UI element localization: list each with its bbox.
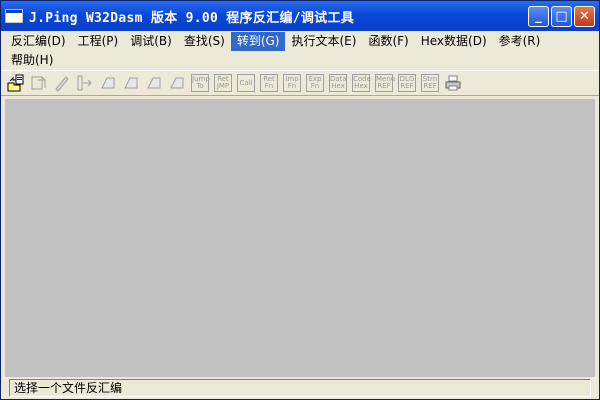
jump-arrow-button[interactable] bbox=[74, 72, 96, 94]
app-icon[interactable] bbox=[5, 9, 23, 23]
menu-execute-text[interactable]: 执行文本(E) bbox=[285, 32, 362, 51]
step-into-button[interactable] bbox=[97, 72, 119, 94]
data-hex-label-bottom: Hex bbox=[331, 82, 345, 90]
imp-fn-label-bottom: Fn bbox=[287, 82, 297, 90]
menu-disassembler[interactable]: 反汇编(D) bbox=[5, 32, 72, 51]
printer-icon bbox=[445, 75, 461, 91]
menu-project[interactable]: 工程(P) bbox=[72, 32, 125, 51]
data-hex-button[interactable]: Data Hex bbox=[327, 72, 349, 94]
window-controls: _ □ ✕ bbox=[528, 5, 599, 27]
exp-fn-button[interactable]: Exp Fn bbox=[304, 72, 326, 94]
jump-arrow-disabled-icon bbox=[77, 75, 92, 91]
code-hex-label-bottom: Hex bbox=[354, 82, 368, 90]
dlg-ref-label-bottom: REF bbox=[400, 82, 414, 90]
print-button[interactable] bbox=[442, 72, 464, 94]
menu-search[interactable]: 查找(S) bbox=[178, 32, 231, 51]
imp-fn-button[interactable]: Imp Fn bbox=[281, 72, 303, 94]
call-button[interactable]: Call bbox=[235, 72, 257, 94]
step-disabled-icon bbox=[170, 77, 184, 89]
step-disabled-icon bbox=[124, 77, 138, 89]
strn-ref-button[interactable]: Strn REF bbox=[419, 72, 441, 94]
menu-ref-button[interactable]: Menu REF bbox=[373, 72, 395, 94]
code-hex-button[interactable]: Code Hex bbox=[350, 72, 372, 94]
open-file-icon bbox=[7, 74, 24, 92]
dlg-ref-button[interactable]: DLG REF bbox=[396, 72, 418, 94]
call-label-top: Call bbox=[239, 78, 253, 87]
jump-to-button[interactable]: Jump To bbox=[189, 72, 211, 94]
run-button[interactable] bbox=[143, 72, 165, 94]
menu-hex-data[interactable]: Hex数据(D) bbox=[415, 32, 493, 51]
menu-functions[interactable]: 函数(F) bbox=[362, 32, 414, 51]
window-title: J.Ping W32Dasm 版本 9.00 程序反汇编/调试工具 bbox=[29, 10, 355, 26]
strn-ref-label-bottom: REF bbox=[423, 82, 437, 90]
step-disabled-icon bbox=[101, 77, 115, 89]
menu-bar: 反汇编(D) 工程(P) 调试(B) 查找(S) 转到(G) 执行文本(E) 函… bbox=[1, 31, 599, 70]
step-disabled-icon bbox=[147, 77, 161, 89]
pause-button[interactable] bbox=[166, 72, 188, 94]
step-over-button[interactable] bbox=[120, 72, 142, 94]
title-bar[interactable]: J.Ping W32Dasm 版本 9.00 程序反汇编/调试工具 _ □ ✕ bbox=[1, 1, 599, 31]
maximize-button[interactable]: □ bbox=[551, 5, 572, 27]
pen-disabled-icon bbox=[55, 76, 69, 92]
jump-to-label-bottom: To bbox=[196, 82, 204, 90]
ret-fn-button[interactable]: Ret Fn bbox=[258, 72, 280, 94]
minimize-button[interactable]: _ bbox=[528, 5, 549, 27]
ret-fn-label-bottom: Fn bbox=[264, 82, 274, 90]
toolbar: Jump To Ret JMP Call Ret Fn Imp Fn Exp Fn Dat… bbox=[1, 70, 599, 96]
open-file-button[interactable] bbox=[5, 72, 27, 94]
menu-refs[interactable]: 参考(R) bbox=[493, 32, 547, 51]
print-setup-button[interactable] bbox=[51, 72, 73, 94]
status-bar: 选择一个文件反汇编 bbox=[1, 377, 599, 399]
exp-fn-label-bottom: Fn bbox=[310, 82, 320, 90]
menu-debug[interactable]: 调试(B) bbox=[124, 32, 178, 51]
save-button[interactable] bbox=[28, 72, 50, 94]
close-button[interactable]: ✕ bbox=[574, 5, 595, 27]
ret-jmp-label-bottom: JMP bbox=[216, 82, 230, 90]
status-text: 选择一个文件反汇编 bbox=[9, 379, 591, 397]
app-window: J.Ping W32Dasm 版本 9.00 程序反汇编/调试工具 _ □ ✕ … bbox=[0, 0, 600, 400]
ret-jmp-button[interactable]: Ret JMP bbox=[212, 72, 234, 94]
menu-goto[interactable]: 转到(G) bbox=[230, 32, 286, 51]
menu-help[interactable]: 帮助(H) bbox=[5, 51, 59, 70]
save-disabled-icon bbox=[31, 76, 46, 90]
menu-ref-label-bottom: REF bbox=[377, 82, 391, 90]
disassembly-view[interactable] bbox=[5, 99, 595, 377]
